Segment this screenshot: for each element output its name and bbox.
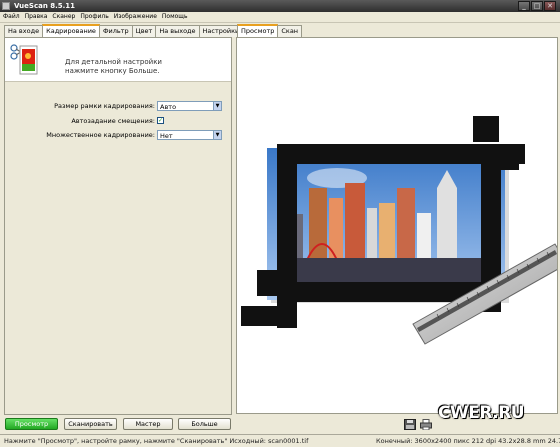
info-line-2: нажмите кнопку Больше.: [65, 67, 160, 75]
auto-offset-label: Автозадание смещения:: [71, 117, 155, 125]
more-button[interactable]: Больше: [178, 418, 231, 430]
tab-input[interactable]: На входе: [4, 25, 44, 37]
save-icon[interactable]: [404, 419, 416, 430]
auto-offset-row: Автозадание смещения: ✓: [5, 116, 231, 127]
crop-handle-bottom-left[interactable]: [241, 306, 295, 326]
scan-button[interactable]: Сканировать: [64, 418, 117, 430]
menu-help[interactable]: Помощь: [159, 12, 190, 20]
print-icon[interactable]: [420, 419, 432, 431]
multi-crop-row: Множественное кадрирование: Нет ▼: [5, 130, 231, 141]
auto-offset-checkbox[interactable]: ✓: [157, 117, 164, 124]
info-text: Для детальной настройки нажмите кнопку Б…: [65, 58, 162, 76]
crop-handle-right[interactable]: [501, 144, 519, 170]
multi-crop-value: Нет: [160, 132, 173, 140]
info-line-1: Для детальной настройки: [65, 58, 162, 66]
chevron-down-icon[interactable]: ▼: [213, 131, 221, 139]
menu-bar: Файл Правка Сканер Профиль Изображение Помощь: [0, 12, 560, 23]
crop-handle-top-right[interactable]: [473, 116, 499, 142]
crop-settings-panel: Для детальной настройки нажмите кнопку Б…: [4, 37, 232, 415]
multi-crop-select[interactable]: Нет ▼: [157, 130, 222, 140]
watermark: CWER.RU: [438, 403, 525, 423]
tab-preview[interactable]: Просмотр: [237, 24, 279, 37]
menu-scanner[interactable]: Сканер: [49, 12, 77, 20]
status-text-left: Нажмите "Просмотр", настройте рамку, наж…: [4, 437, 309, 445]
app-icon: [2, 2, 10, 10]
preview-button[interactable]: Просмотр: [5, 418, 58, 430]
tab-output[interactable]: На выходе: [155, 25, 200, 37]
title-bar: VueScan 8.5.11 _ □ ✕: [0, 0, 560, 12]
frame-size-label: Размер рамки кадрирования:: [54, 102, 155, 110]
menu-edit[interactable]: Правка: [22, 12, 50, 20]
menu-file[interactable]: Файл: [0, 12, 22, 20]
status-bar: Нажмите "Просмотр", настройте рамку, наж…: [0, 434, 560, 447]
chevron-down-icon[interactable]: ▼: [213, 102, 221, 110]
preview-image: [241, 116, 557, 345]
settings-tabs: На входе Кадрирование Фильтр Цвет На вых…: [4, 24, 244, 37]
frame-size-value: Авто: [160, 103, 177, 111]
maximize-button[interactable]: □: [531, 1, 543, 11]
crop-handle-left[interactable]: [257, 270, 277, 296]
info-box: Для детальной настройки нажмите кнопку Б…: [5, 38, 231, 82]
tab-color[interactable]: Цвет: [131, 25, 157, 37]
frame-size-select[interactable]: Авто ▼: [157, 101, 222, 111]
close-button[interactable]: ✕: [544, 1, 556, 11]
frame-size-row: Размер рамки кадрирования: Авто ▼: [5, 101, 231, 112]
tab-scan[interactable]: Скан: [277, 25, 303, 37]
status-text-right: Конечный: 3600x2400 пикс 212 dpi 43.2x28…: [376, 437, 560, 445]
tab-filter[interactable]: Фильтр: [98, 25, 133, 37]
multi-crop-label: Множественное кадрирование:: [46, 131, 155, 139]
preview-area[interactable]: [236, 37, 558, 414]
minimize-button[interactable]: _: [518, 1, 530, 11]
wizard-button[interactable]: Мастер: [123, 418, 173, 430]
window-title: VueScan 8.5.11: [14, 2, 76, 10]
tab-crop[interactable]: Кадрирование: [42, 24, 100, 37]
menu-image[interactable]: Изображение: [111, 12, 159, 20]
photo: [267, 148, 505, 300]
crop-icon: [8, 40, 38, 78]
view-tabs: Просмотр Скан: [237, 24, 303, 37]
menu-profile[interactable]: Профиль: [77, 12, 110, 20]
